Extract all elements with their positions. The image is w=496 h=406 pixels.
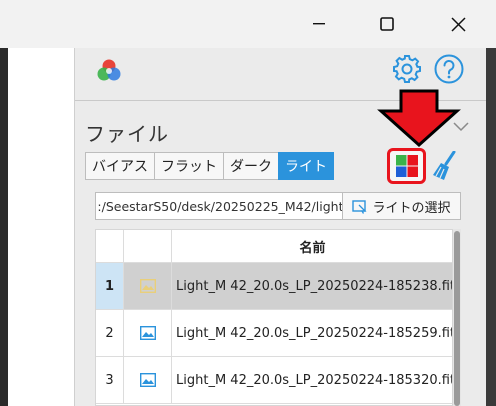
row-icon xyxy=(124,310,172,357)
row-filename: Light_M 42_20.0s_LP_20250224-185320.fit xyxy=(172,357,452,404)
red-arrow-annotation xyxy=(377,89,461,147)
table-row[interactable]: 1 Light_M 42_20.0s_LP_20250224-185238.fi… xyxy=(96,263,452,310)
row-icon xyxy=(124,263,172,310)
section-title: ファイル xyxy=(85,122,169,146)
image-file-icon xyxy=(139,326,156,340)
select-lights-button[interactable]: ライトの選択 xyxy=(342,192,461,220)
side-panel: ファイル バイアス フラット ダーク ライト :/SeestarS50/desk… xyxy=(75,48,486,406)
maximize-icon xyxy=(380,17,394,31)
minimize-button[interactable] xyxy=(291,0,347,48)
frame-type-tabs: バイアス フラット ダーク ライト xyxy=(85,152,334,180)
close-icon xyxy=(450,16,466,32)
lights-folder-path-field[interactable]: :/SeestarS50/desk/20250225_M42/lights xyxy=(95,192,357,220)
table-row[interactable]: 3 Light_M 42_20.0s_LP_20250224-185320.fi… xyxy=(96,357,452,404)
select-lights-label: ライトの選択 xyxy=(372,200,451,216)
maximize-button[interactable] xyxy=(359,0,415,48)
folder-select-icon xyxy=(352,200,368,214)
image-file-icon xyxy=(139,373,156,387)
main-content-area xyxy=(8,48,75,406)
stack-button[interactable] xyxy=(387,148,426,184)
image-file-icon xyxy=(139,279,156,293)
app-logo-icon[interactable] xyxy=(95,57,123,85)
row-number: 3 xyxy=(96,357,124,404)
tab-dark[interactable]: ダーク xyxy=(223,152,279,180)
color-grid-icon xyxy=(395,155,418,177)
close-button[interactable] xyxy=(430,0,486,48)
header-icon xyxy=(124,230,172,263)
help-icon[interactable] xyxy=(433,53,465,85)
row-icon xyxy=(124,357,172,404)
broom-icon[interactable] xyxy=(432,151,458,181)
tab-flat[interactable]: フラット xyxy=(154,152,224,180)
table-row[interactable]: 2 Light_M 42_20.0s_LP_20250224-185259.fi… xyxy=(96,310,452,357)
gear-icon[interactable] xyxy=(391,53,423,85)
row-number: 1 xyxy=(96,263,124,310)
row-filename: Light_M 42_20.0s_LP_20250224-185238.fit xyxy=(172,263,452,310)
tab-light[interactable]: ライト xyxy=(278,152,334,180)
file-table: 名前 1 Light_M 42_20.0s_LP_20250224-185238… xyxy=(95,229,453,406)
table-header: 名前 xyxy=(96,230,452,263)
background-window-edge xyxy=(0,0,8,406)
row-filename: Light_M 42_20.0s_LP_20250224-185259.fit xyxy=(172,310,452,357)
header-number xyxy=(96,230,124,263)
table-scrollbar[interactable] xyxy=(453,229,461,406)
scrollbar-thumb[interactable] xyxy=(454,231,460,406)
header-name[interactable]: 名前 xyxy=(172,230,452,263)
background-window-edge-right xyxy=(486,0,496,406)
row-number: 2 xyxy=(96,310,124,357)
minimize-icon xyxy=(313,23,325,25)
tab-bias[interactable]: バイアス xyxy=(85,152,155,180)
title-bar xyxy=(0,0,496,48)
